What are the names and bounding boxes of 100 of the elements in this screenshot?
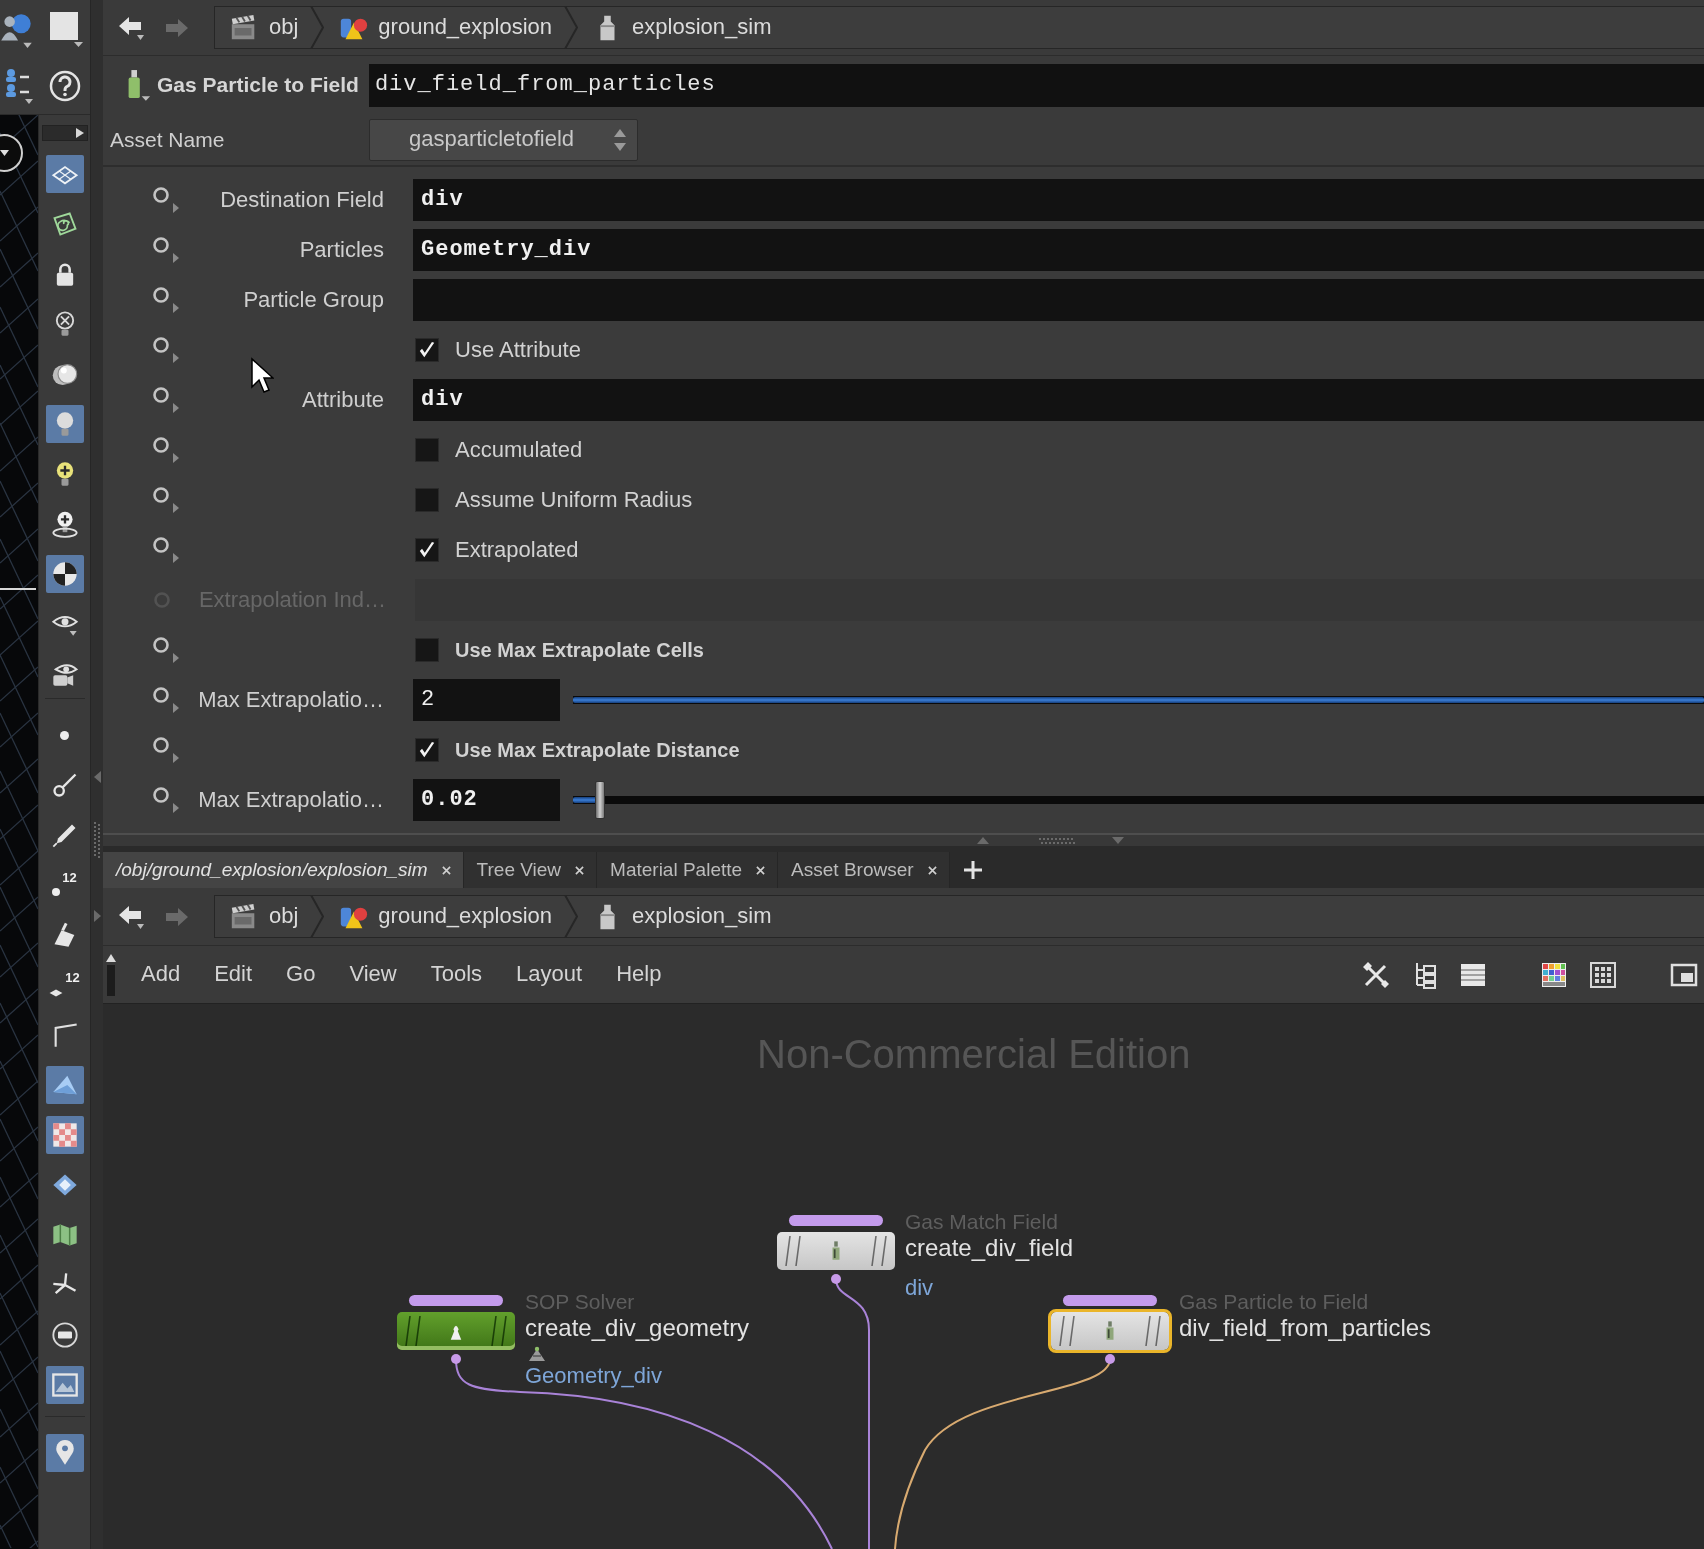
output-label: div — [905, 1276, 934, 1300]
node-tile[interactable] — [774, 1229, 898, 1273]
field-label: Asset Name — [110, 126, 226, 153]
square-icon[interactable] — [48, 9, 84, 48]
menu-item[interactable]: Edit — [214, 961, 253, 988]
circle-arrow-icon[interactable] — [152, 336, 180, 364]
node-name-field[interactable]: div_field_from_particles — [368, 63, 1704, 107]
color-grid-icon[interactable] — [1540, 960, 1568, 989]
dot-icon — [52, 888, 61, 896]
output-connector-icon[interactable] — [831, 1274, 841, 1284]
pyramid-icon — [527, 1346, 547, 1362]
grid-icon[interactable] — [1589, 960, 1617, 989]
circle-arrow-icon[interactable] — [152, 386, 180, 414]
output-connector-icon[interactable] — [451, 1354, 461, 1364]
pane-handle-icon[interactable] — [105, 952, 117, 997]
text-field[interactable]: Geometry_div — [413, 229, 1704, 271]
checkbox[interactable] — [415, 488, 439, 512]
help-icon[interactable] — [49, 69, 81, 102]
text-field[interactable]: div — [413, 379, 1704, 421]
dropdown-icon[interactable] — [0, 133, 26, 173]
circle-arrow-icon[interactable] — [152, 286, 180, 314]
checkbox-label: Accumulated — [455, 436, 583, 464]
menu-item[interactable]: Help — [616, 961, 662, 988]
circle-arrow-icon[interactable] — [152, 786, 180, 814]
menu-item[interactable]: View — [349, 961, 397, 988]
checkbox-label: Extrapolated — [455, 536, 579, 564]
menu-item[interactable]: Go — [286, 961, 316, 988]
path-crumb[interactable]: explosion_sim — [578, 896, 784, 937]
checkbox[interactable] — [415, 738, 439, 762]
crossed-tools-icon[interactable] — [1362, 960, 1390, 989]
check-icon — [418, 741, 436, 759]
check-icon — [418, 341, 436, 359]
flag-bar[interactable] — [409, 1295, 503, 1306]
circle-arrow-icon[interactable] — [152, 686, 180, 714]
checkbox[interactable] — [415, 338, 439, 362]
grip-icon[interactable] — [94, 822, 100, 858]
close-icon[interactable] — [756, 865, 766, 875]
checkbox[interactable] — [415, 538, 439, 562]
node-name-label: div_field_from_particles — [1179, 1314, 1432, 1342]
collapse-right-icon[interactable] — [93, 910, 101, 922]
circle-arrow-icon[interactable] — [152, 636, 180, 664]
path-crumb[interactable]: ground_explosion — [324, 896, 565, 937]
disc-icon — [50, 1321, 79, 1349]
check-icon — [418, 541, 436, 559]
checkbox-label: Use Max Extrapolate Cells — [455, 638, 704, 662]
needle-icon — [50, 771, 79, 799]
text-field[interactable] — [413, 279, 1704, 321]
circle-arrow-icon[interactable] — [152, 236, 180, 264]
toolbar-button[interactable]: 12 — [45, 966, 84, 1004]
menu-item[interactable]: Tools — [430, 961, 483, 988]
pane-tab[interactable]: Asset Browser — [778, 852, 950, 888]
path-crumb[interactable]: obj — [215, 896, 311, 937]
toolbar-button[interactable]: 12 — [45, 866, 84, 904]
close-icon[interactable] — [927, 865, 937, 875]
path-crumb[interactable]: ground_explosion — [324, 7, 565, 48]
output-connector-icon[interactable] — [1105, 1354, 1115, 1364]
toolbar-button[interactable] — [45, 1066, 84, 1104]
spiral-icon — [50, 210, 79, 238]
pane-tab[interactable]: Material Palette — [597, 852, 779, 888]
dot-icon — [60, 730, 69, 740]
toolbar-button[interactable] — [45, 555, 84, 593]
checkbox[interactable] — [415, 438, 439, 462]
node-name-label: create_div_field — [905, 1234, 1074, 1262]
circle-arrow-icon[interactable] — [152, 186, 180, 214]
pane-tab[interactable]: /obj/ground_explosion/explosion_sim — [103, 852, 464, 888]
number-field[interactable]: 2 — [413, 679, 560, 721]
bulb-disc-icon — [50, 510, 79, 538]
circle-arrow-icon[interactable] — [152, 436, 180, 464]
collapse-left-icon[interactable] — [93, 771, 101, 783]
slider-thumb[interactable] — [595, 781, 606, 819]
node-type-label: Gas Particle to Field — [157, 72, 359, 98]
circle-arrow-icon[interactable] — [152, 486, 180, 514]
node-tile[interactable] — [1048, 1309, 1172, 1353]
checkbox[interactable] — [415, 638, 439, 662]
toolbar-button[interactable] — [45, 405, 84, 443]
toolbar-button[interactable] — [45, 155, 84, 193]
toolbar-button[interactable] — [45, 1434, 84, 1472]
number-field[interactable]: 0.02 — [413, 779, 560, 821]
text-field[interactable]: div — [413, 179, 1704, 221]
grip-icon[interactable] — [1039, 837, 1075, 844]
circle-arrow-icon[interactable] — [152, 736, 180, 764]
close-icon[interactable] — [575, 865, 585, 875]
path-crumb[interactable]: explosion_sim — [578, 7, 784, 48]
back-icon[interactable] — [117, 14, 145, 41]
menu-item[interactable]: Layout — [516, 961, 583, 988]
circle-arrow-icon[interactable] — [152, 536, 180, 564]
back-icon[interactable] — [117, 903, 145, 930]
shelf-scroll-bar[interactable] — [41, 125, 88, 141]
pane-tab[interactable]: Tree View — [463, 852, 598, 888]
toolbar-button[interactable] — [45, 1366, 84, 1404]
checkbox-label: Assume Uniform Radius — [455, 486, 693, 514]
close-icon[interactable] — [441, 865, 451, 875]
checkbox-label: Use Attribute — [455, 336, 581, 364]
node-tile[interactable] — [394, 1309, 518, 1353]
flag-bar[interactable] — [1063, 1295, 1157, 1306]
toolbar-button[interactable] — [45, 1116, 84, 1154]
path-crumb[interactable]: obj — [215, 7, 311, 48]
plus-icon[interactable] — [963, 861, 982, 879]
menu-item[interactable]: Add — [141, 961, 181, 988]
asset-name-dropdown[interactable]: gasparticletofield — [369, 118, 638, 161]
